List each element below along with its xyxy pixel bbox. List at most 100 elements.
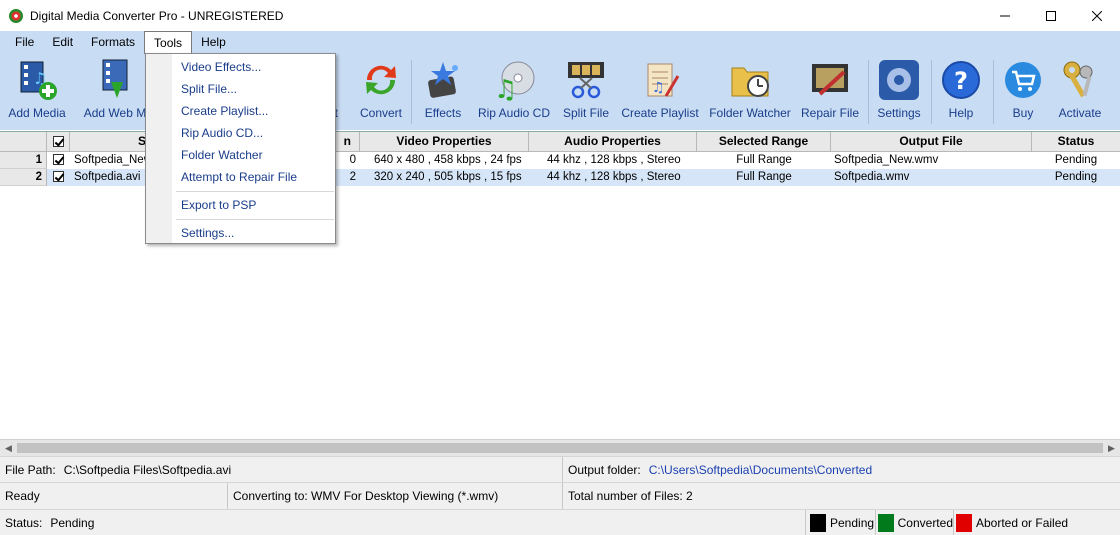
menu-file[interactable]: File bbox=[6, 31, 43, 54]
create-playlist-icon: ♫ bbox=[647, 63, 680, 97]
minimize-icon bbox=[1000, 15, 1010, 16]
selected-range-cell: Full Range bbox=[736, 154, 792, 166]
menu-item-split-file[interactable]: Split File... bbox=[181, 82, 237, 96]
video-properties-cell: 320 x 240 , 505 kbps , 15 fps bbox=[374, 171, 522, 183]
create-playlist-button[interactable]: ♫ Create Playlist bbox=[620, 58, 700, 128]
menu-separator bbox=[176, 191, 334, 192]
select-all-checkbox[interactable] bbox=[47, 132, 70, 152]
close-icon bbox=[1092, 10, 1102, 21]
selected-range-cell: Full Range bbox=[736, 171, 792, 183]
repair-file-label: Repair File bbox=[800, 106, 860, 120]
scroll-left-arrow-icon[interactable]: ◀ bbox=[0, 440, 17, 456]
help-icon: ? bbox=[942, 61, 980, 99]
maximize-icon bbox=[1046, 10, 1056, 21]
column-header-selected-range[interactable]: Selected Range bbox=[697, 132, 831, 152]
menu-item-folder-watcher[interactable]: Folder Watcher bbox=[181, 148, 263, 162]
menu-formats[interactable]: Formats bbox=[82, 31, 144, 54]
file-path-label: File Path: bbox=[5, 462, 56, 477]
folder-watcher-label: Folder Watcher bbox=[709, 106, 791, 120]
minimize-button[interactable] bbox=[982, 0, 1028, 31]
conversion-panel: Ready Converting to: WMV For Desktop Vie… bbox=[0, 482, 1120, 509]
menu-edit[interactable]: Edit bbox=[43, 31, 82, 54]
column-header-status[interactable]: Status bbox=[1032, 132, 1120, 152]
folder-watcher-icon bbox=[731, 67, 769, 97]
add-web-media-icon bbox=[102, 59, 128, 98]
add-web-media-label: Add Web M bbox=[83, 106, 147, 120]
toolbar-separator bbox=[868, 60, 869, 124]
status-cell: Pending bbox=[1054, 154, 1098, 166]
menu-item-export-psp[interactable]: Export to PSP bbox=[181, 198, 256, 212]
legend-aborted: Aborted or Failed bbox=[954, 510, 1120, 535]
pending-swatch bbox=[810, 513, 826, 532]
row-number-header bbox=[0, 132, 47, 152]
file-path-value: C:\Softpedia Files\Softpedia.avi bbox=[63, 462, 232, 477]
legend-converted: Converted bbox=[876, 510, 954, 535]
scrollbar-thumb[interactable] bbox=[17, 443, 1103, 453]
app-logo-icon bbox=[9, 8, 23, 23]
convert-label: Convert bbox=[359, 106, 403, 120]
audio-properties-cell: 44 khz , 128 kbps , Stereo bbox=[547, 154, 681, 166]
menu-item-video-effects[interactable]: Video Effects... bbox=[181, 60, 261, 74]
window-title: Digital Media Converter Pro - UNREGISTER… bbox=[30, 8, 284, 23]
activate-keys-icon bbox=[1063, 61, 1093, 98]
svg-text:?: ? bbox=[954, 67, 968, 95]
convert-button[interactable]: Convert bbox=[356, 58, 406, 128]
activate-button[interactable]: Activate bbox=[1054, 58, 1106, 128]
output-folder-label: Output folder: bbox=[568, 462, 641, 477]
audio-properties-cell: 44 khz , 128 kbps , Stereo bbox=[547, 171, 681, 183]
row-number: 1 bbox=[0, 152, 47, 169]
column-header-output-file[interactable]: Output File bbox=[831, 132, 1032, 152]
folder-watcher-button[interactable]: Folder Watcher bbox=[706, 58, 794, 128]
tools-dropdown-menu: Video Effects... Split File... Create Pl… bbox=[145, 53, 336, 244]
status-bar: Status: Pending Pending Converted Aborte… bbox=[0, 509, 1120, 535]
aborted-swatch bbox=[956, 513, 972, 532]
effects-icon bbox=[428, 62, 458, 98]
help-button[interactable]: ? Help bbox=[938, 58, 984, 128]
settings-button[interactable]: Settings bbox=[874, 58, 924, 128]
row-checkbox[interactable] bbox=[47, 152, 70, 169]
add-media-icon: ♫ bbox=[20, 61, 57, 100]
maximize-button[interactable] bbox=[1028, 0, 1074, 31]
title-bar: Digital Media Converter Pro - UNREGISTER… bbox=[0, 0, 1120, 31]
buy-button[interactable]: Buy bbox=[1000, 58, 1046, 128]
help-label: Help bbox=[948, 106, 974, 120]
shopping-cart-icon bbox=[1005, 62, 1041, 98]
split-file-button[interactable]: Split File bbox=[560, 58, 612, 128]
column-header-video-properties[interactable]: Video Properties bbox=[360, 132, 529, 152]
ready-text: Ready bbox=[0, 483, 228, 509]
video-properties-cell: 640 x 480 , 458 kbps , 24 fps bbox=[374, 154, 522, 166]
status-value: Pending bbox=[50, 515, 95, 530]
add-media-button[interactable]: ♫ Add Media bbox=[6, 58, 68, 128]
converted-swatch bbox=[878, 513, 894, 532]
output-folder-link[interactable]: C:\Users\Softpedia\Documents\Converted bbox=[649, 463, 872, 477]
converting-to-text: Converting to: WMV For Desktop Viewing (… bbox=[228, 483, 563, 509]
horizontal-scrollbar[interactable]: ◀ ▶ bbox=[0, 439, 1120, 456]
menu-item-create-playlist[interactable]: Create Playlist... bbox=[181, 104, 268, 118]
output-file-cell: Softpedia.wmv bbox=[834, 171, 910, 183]
scroll-right-arrow-icon[interactable]: ▶ bbox=[1103, 440, 1120, 456]
svg-text:♫: ♫ bbox=[494, 75, 517, 102]
row-number: 2 bbox=[0, 169, 47, 186]
activate-label: Activate bbox=[1058, 106, 1102, 120]
menu-item-repair-file[interactable]: Attempt to Repair File bbox=[181, 170, 297, 184]
menu-bar: File Edit Formats Tools Help bbox=[0, 31, 1120, 54]
split-file-label: Split File bbox=[562, 106, 609, 120]
toolbar-separator bbox=[411, 60, 412, 124]
menu-separator bbox=[176, 219, 334, 220]
menu-tools[interactable]: Tools bbox=[144, 31, 193, 54]
status-cell: Pending bbox=[1054, 171, 1098, 183]
menu-item-rip-audio-cd[interactable]: Rip Audio CD... bbox=[181, 126, 263, 140]
menu-help[interactable]: Help bbox=[192, 31, 235, 54]
rip-audio-cd-button[interactable]: ♫ Rip Audio CD bbox=[476, 58, 552, 128]
column-header-audio-properties[interactable]: Audio Properties bbox=[529, 132, 697, 152]
menu-item-settings[interactable]: Settings... bbox=[181, 226, 234, 240]
effects-button[interactable]: Effects bbox=[418, 58, 468, 128]
repair-file-button[interactable]: Repair File bbox=[798, 58, 862, 128]
create-playlist-label: Create Playlist bbox=[621, 106, 699, 120]
row-checkbox[interactable] bbox=[47, 169, 70, 186]
close-button[interactable] bbox=[1074, 0, 1120, 31]
convert-icon bbox=[366, 65, 396, 95]
repair-file-icon bbox=[812, 64, 848, 96]
path-panel: File Path: C:\Softpedia Files\Softpedia.… bbox=[0, 456, 1120, 482]
add-web-media-button[interactable]: Add Web M bbox=[80, 58, 150, 128]
